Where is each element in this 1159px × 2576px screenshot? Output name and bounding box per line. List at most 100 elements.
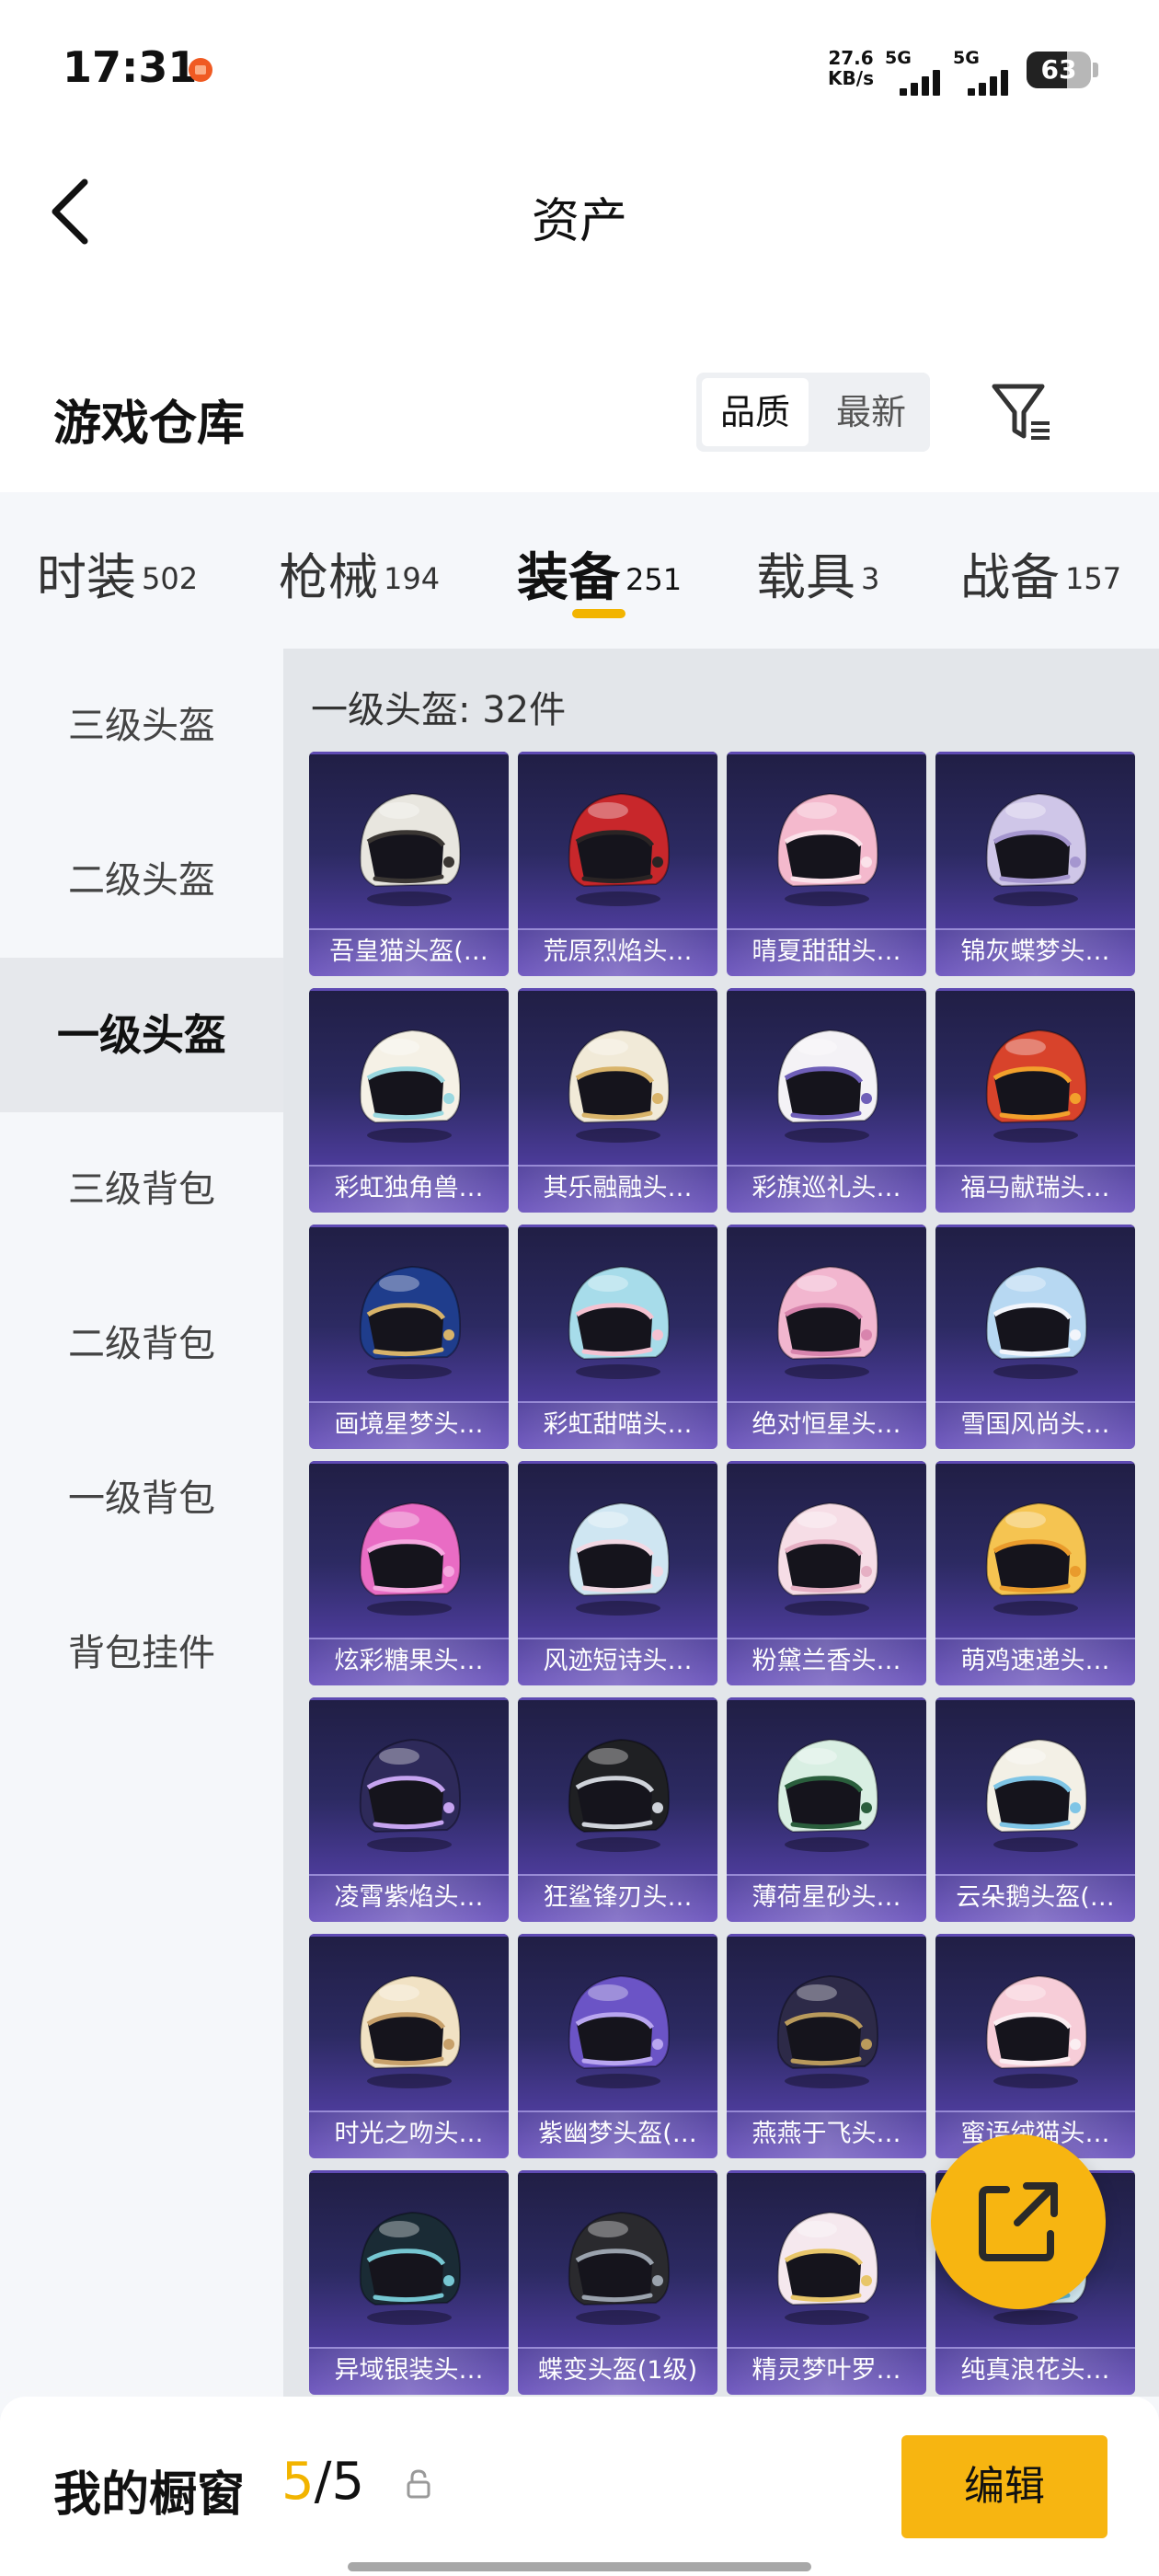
helmet-icon bbox=[359, 1738, 462, 1852]
showcase-separator: / bbox=[314, 2452, 332, 2512]
showcase-bar: 我的橱窗 5/5 编辑 bbox=[0, 2397, 1159, 2576]
item-card[interactable]: 紫幽梦头盔(… bbox=[518, 1934, 717, 2158]
item-card[interactable]: 薄荷星砂头… bbox=[727, 1697, 926, 1922]
item-card[interactable]: 画境星梦头… bbox=[309, 1225, 509, 1449]
helmet-icon bbox=[359, 1265, 462, 1379]
sidebar-item-level3-helmet[interactable]: 三级头盔 bbox=[0, 649, 283, 803]
item-card[interactable]: 蜜语绒猫头… bbox=[935, 1934, 1135, 2158]
item-card[interactable]: 其乐融融头… bbox=[518, 988, 717, 1213]
item-card[interactable]: 凌霄紫焰头… bbox=[309, 1697, 509, 1922]
share-button[interactable] bbox=[931, 2134, 1106, 2309]
tab-supplies[interactable]: 战备 157 bbox=[960, 536, 1121, 609]
sidebar-item-level1-backpack[interactable]: 一级背包 bbox=[0, 1421, 283, 1576]
helmet-icon bbox=[985, 1974, 1088, 2088]
item-card[interactable]: 晴夏甜甜头… bbox=[727, 752, 926, 976]
item-card[interactable]: 精灵梦叶罗… bbox=[727, 2170, 926, 2395]
sidebar-item-level2-helmet[interactable]: 二级头盔 bbox=[0, 803, 283, 958]
item-card-label: 精灵梦叶罗… bbox=[727, 2347, 926, 2395]
filter-funnel-icon bbox=[992, 384, 1050, 440]
signal-bars-icon bbox=[900, 68, 955, 96]
status-time: 17:31 bbox=[63, 42, 198, 92]
item-card[interactable]: 绝对恒星头… bbox=[727, 1225, 926, 1449]
sort-option-quality[interactable]: 品质 bbox=[702, 378, 809, 446]
sort-toggle: 品质 最新 bbox=[696, 373, 930, 452]
helmet-icon bbox=[776, 1501, 879, 1616]
category-tabs: 时装 502 枪械 194 装备 251 载具 3 战备 157 bbox=[0, 492, 1159, 649]
tab-fashion[interactable]: 时装 502 bbox=[37, 536, 198, 609]
share-external-icon bbox=[979, 2182, 1058, 2261]
helmet-icon bbox=[568, 1501, 671, 1616]
item-card[interactable]: 时光之吻头… bbox=[309, 1934, 509, 2158]
sidebar-item-level2-backpack[interactable]: 二级背包 bbox=[0, 1267, 283, 1421]
showcase-count: 5/5 bbox=[281, 2452, 364, 2512]
item-card[interactable]: 雪国风尚头… bbox=[935, 1225, 1135, 1449]
sidebar-item-level3-backpack[interactable]: 三级背包 bbox=[0, 1112, 283, 1267]
item-card[interactable]: 彩虹独角兽… bbox=[309, 988, 509, 1213]
tab-count: 502 bbox=[142, 560, 199, 596]
helmet-icon bbox=[985, 1265, 1088, 1379]
helmet-icon bbox=[985, 1738, 1088, 1852]
item-card-label: 福马献瑞头… bbox=[935, 1165, 1135, 1213]
battery-cap bbox=[1093, 63, 1098, 77]
item-card[interactable]: 云朵鹅头盔(… bbox=[935, 1697, 1135, 1922]
subcategory-sidebar: 三级头盔 二级头盔 一级头盔 三级背包 二级背包 一级背包 背包挂件 bbox=[0, 649, 283, 2397]
item-card[interactable]: 蝶变头盔(1级) bbox=[518, 2170, 717, 2395]
item-card[interactable]: 风迹短诗头… bbox=[518, 1461, 717, 1685]
signal-sim1-label: 5G bbox=[885, 48, 912, 68]
item-card-label: 燕燕于飞头… bbox=[727, 2110, 926, 2158]
filter-button[interactable] bbox=[989, 379, 1053, 445]
item-card-label: 时光之吻头… bbox=[309, 2110, 509, 2158]
content-title: 一级头盔: 32件 bbox=[311, 689, 567, 731]
item-card-label: 纯真浪花头… bbox=[935, 2347, 1135, 2395]
helmet-icon bbox=[568, 1738, 671, 1852]
tab-count: 157 bbox=[1065, 560, 1122, 596]
notification-app-icon bbox=[189, 58, 212, 82]
item-card-label: 锦灰蝶梦头… bbox=[935, 928, 1135, 976]
item-card-label: 风迹短诗头… bbox=[518, 1638, 717, 1685]
item-card[interactable]: 异域银装头… bbox=[309, 2170, 509, 2395]
item-card-label: 晴夏甜甜头… bbox=[727, 928, 926, 976]
item-card[interactable]: 燕燕于飞头… bbox=[727, 1934, 926, 2158]
signal-bars-icon bbox=[968, 68, 1023, 96]
tab-weapons[interactable]: 枪械 194 bbox=[279, 536, 440, 609]
helmet-icon bbox=[359, 2211, 462, 2325]
sort-option-newest[interactable]: 最新 bbox=[818, 378, 924, 446]
tab-equipment[interactable]: 装备 251 bbox=[517, 536, 682, 611]
item-card[interactable]: 福马献瑞头… bbox=[935, 988, 1135, 1213]
item-card[interactable]: 吾皇猫头盔(… bbox=[309, 752, 509, 976]
item-card-label: 其乐融融头… bbox=[518, 1165, 717, 1213]
item-card[interactable]: 锦灰蝶梦头… bbox=[935, 752, 1135, 976]
helmet-icon bbox=[359, 1029, 462, 1143]
item-card[interactable]: 荒原烈焰头… bbox=[518, 752, 717, 976]
showcase-current: 5 bbox=[281, 2452, 315, 2512]
tab-count: 251 bbox=[625, 561, 683, 597]
item-card-label: 炫彩糖果头… bbox=[309, 1638, 509, 1685]
helmet-icon bbox=[776, 1974, 879, 2088]
item-card-label: 雪国风尚头… bbox=[935, 1401, 1135, 1449]
sidebar-item-backpack-charm[interactable]: 背包挂件 bbox=[0, 1576, 283, 1731]
item-card[interactable]: 粉黛兰香头… bbox=[727, 1461, 926, 1685]
home-indicator bbox=[348, 2562, 811, 2571]
item-card-label: 蝶变头盔(1级) bbox=[518, 2347, 717, 2395]
edit-button[interactable]: 编辑 bbox=[901, 2435, 1107, 2538]
lock-icon bbox=[407, 2469, 430, 2499]
network-speed: 27.6 KB/s bbox=[819, 48, 883, 88]
item-card-label: 荒原烈焰头… bbox=[518, 928, 717, 976]
tab-label: 装备 bbox=[517, 548, 620, 608]
showcase-total: 5 bbox=[331, 2452, 365, 2512]
item-card-label: 狂鲨锋刃头… bbox=[518, 1874, 717, 1922]
item-card[interactable]: 狂鲨锋刃头… bbox=[518, 1697, 717, 1922]
item-card-label: 彩虹独角兽… bbox=[309, 1165, 509, 1213]
item-card[interactable]: 彩旗巡礼头… bbox=[727, 988, 926, 1213]
sidebar-item-level1-helmet[interactable]: 一级头盔 bbox=[0, 958, 283, 1112]
item-card[interactable]: 萌鸡速递头… bbox=[935, 1461, 1135, 1685]
helmet-icon bbox=[359, 1974, 462, 2088]
item-card[interactable]: 彩虹甜喵头… bbox=[518, 1225, 717, 1449]
helmet-icon bbox=[568, 2211, 671, 2325]
tab-vehicles[interactable]: 载具 3 bbox=[756, 536, 879, 609]
showcase-label: 我的橱窗 bbox=[53, 2467, 246, 2523]
item-card-label: 萌鸡速递头… bbox=[935, 1638, 1135, 1685]
item-card[interactable]: 炫彩糖果头… bbox=[309, 1461, 509, 1685]
helmet-icon bbox=[568, 792, 671, 906]
item-card-label: 紫幽梦头盔(… bbox=[518, 2110, 717, 2158]
